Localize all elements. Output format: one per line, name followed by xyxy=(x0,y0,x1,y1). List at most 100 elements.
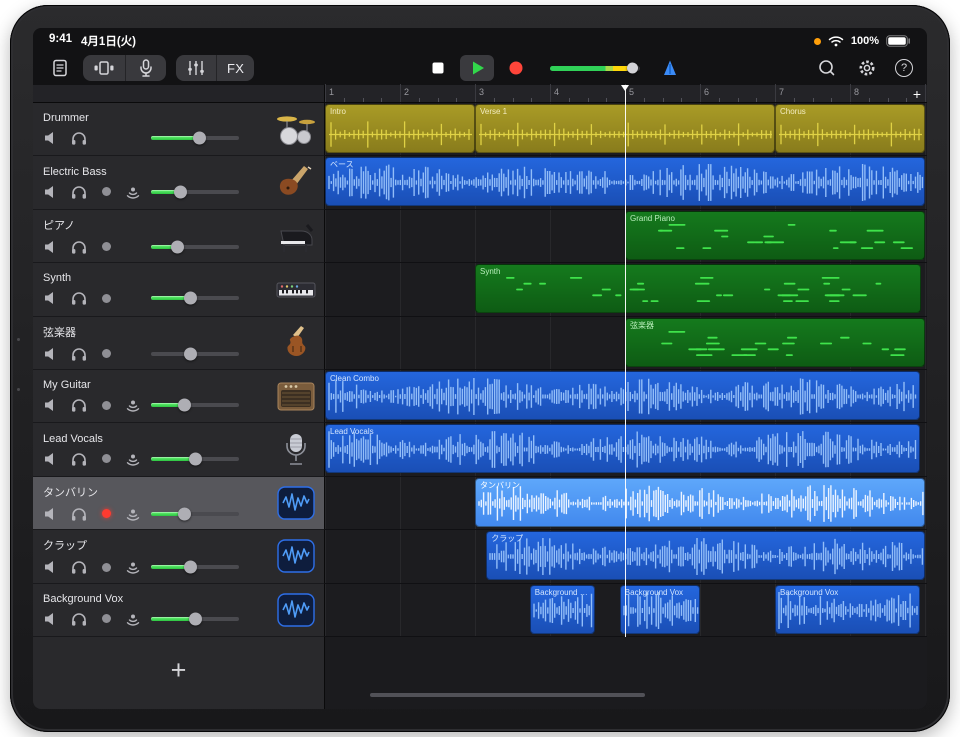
audio-recorder-button[interactable] xyxy=(126,55,166,81)
track-lane[interactable]: ベース xyxy=(325,156,927,209)
input-monitor-button[interactable] xyxy=(124,451,142,467)
help-button[interactable]: ? xyxy=(895,59,913,77)
region[interactable]: Lead Vocals xyxy=(325,424,920,473)
metronome-button[interactable] xyxy=(657,55,683,81)
instrument-icon-wave[interactable] xyxy=(274,591,318,629)
instrument-icon-amp[interactable] xyxy=(274,377,318,415)
volume-knob[interactable] xyxy=(184,561,197,574)
volume-slider[interactable] xyxy=(151,565,239,569)
playhead[interactable] xyxy=(625,85,626,637)
track-lane[interactable]: クラップ xyxy=(325,530,927,583)
record-enable-button[interactable] xyxy=(97,559,115,575)
volume-slider[interactable] xyxy=(151,296,239,300)
add-track-button[interactable]: + xyxy=(171,657,187,684)
track-header[interactable]: タンバリン xyxy=(33,477,325,530)
volume-slider[interactable] xyxy=(151,245,239,249)
volume-slider[interactable] xyxy=(151,190,239,194)
track-lane[interactable]: Clean Combo xyxy=(325,370,927,423)
instrument-icon-drums[interactable] xyxy=(274,110,318,148)
mute-button[interactable] xyxy=(43,184,61,200)
track-lane[interactable]: Lead Vocals xyxy=(325,423,927,476)
input-monitor-button[interactable] xyxy=(124,397,142,413)
volume-knob[interactable] xyxy=(178,507,191,520)
track-header[interactable]: Electric Bass xyxy=(33,156,325,209)
volume-slider[interactable] xyxy=(151,512,239,516)
solo-button[interactable] xyxy=(70,130,88,146)
volume-knob[interactable] xyxy=(189,612,202,625)
solo-button[interactable] xyxy=(70,506,88,522)
instrument-icon-synth[interactable] xyxy=(274,270,318,308)
record-enable-button[interactable] xyxy=(97,451,115,467)
track-lane[interactable]: 弦楽器 xyxy=(325,317,927,370)
mute-button[interactable] xyxy=(43,559,61,575)
region[interactable]: タンバリン xyxy=(475,478,925,527)
volume-knob[interactable] xyxy=(184,292,197,305)
solo-button[interactable] xyxy=(70,290,88,306)
record-enable-button[interactable] xyxy=(97,611,115,627)
instrument-icon-strings[interactable] xyxy=(274,324,318,362)
fx-button[interactable]: FX xyxy=(217,55,254,81)
track-lane[interactable]: Grand Piano xyxy=(325,210,927,263)
track-lane[interactable]: Synth xyxy=(325,263,927,316)
horizontal-scrollbar[interactable] xyxy=(370,693,645,697)
mute-button[interactable] xyxy=(43,506,61,522)
loop-browser-button[interactable] xyxy=(813,55,839,81)
volume-slider[interactable] xyxy=(151,352,239,356)
instrument-icon-wave[interactable] xyxy=(274,537,318,575)
mute-button[interactable] xyxy=(43,611,61,627)
track-header[interactable]: 弦楽器 xyxy=(33,317,325,370)
instrument-icon-piano[interactable] xyxy=(274,217,318,255)
input-monitor-button[interactable] xyxy=(124,184,142,200)
settings-button[interactable] xyxy=(854,55,880,81)
solo-button[interactable] xyxy=(70,451,88,467)
volume-slider[interactable] xyxy=(151,617,239,621)
region[interactable]: Background Vox xyxy=(530,585,595,634)
solo-button[interactable] xyxy=(70,346,88,362)
region[interactable]: クラップ xyxy=(486,531,925,580)
region[interactable]: 弦楽器 xyxy=(625,318,925,367)
input-monitor-button[interactable] xyxy=(124,611,142,627)
input-monitor-button[interactable] xyxy=(124,559,142,575)
volume-knob[interactable] xyxy=(184,347,197,360)
tracks-view-button[interactable] xyxy=(83,55,125,81)
mute-button[interactable] xyxy=(43,397,61,413)
region[interactable]: Clean Combo xyxy=(325,371,920,420)
solo-button[interactable] xyxy=(70,611,88,627)
mute-button[interactable] xyxy=(43,130,61,146)
track-header[interactable]: Drummer xyxy=(33,103,325,156)
region[interactable]: Background Vox xyxy=(620,585,700,634)
volume-knob[interactable] xyxy=(189,452,202,465)
mute-button[interactable] xyxy=(43,451,61,467)
track-header[interactable]: クラップ xyxy=(33,530,325,583)
track-header[interactable]: Synth xyxy=(33,263,325,316)
mute-button[interactable] xyxy=(43,239,61,255)
volume-slider[interactable] xyxy=(151,136,239,140)
volume-knob[interactable] xyxy=(174,185,187,198)
record-enable-button[interactable] xyxy=(97,397,115,413)
volume-knob[interactable] xyxy=(171,240,184,253)
instrument-icon-bass[interactable] xyxy=(274,164,318,202)
instrument-icon-mic[interactable] xyxy=(274,431,318,469)
record-enable-button[interactable] xyxy=(97,239,115,255)
song-browser-button[interactable] xyxy=(47,55,73,81)
mute-button[interactable] xyxy=(43,290,61,306)
track-header[interactable]: ピアノ xyxy=(33,210,325,263)
solo-button[interactable] xyxy=(70,559,88,575)
track-header[interactable]: My Guitar xyxy=(33,370,325,423)
solo-button[interactable] xyxy=(70,397,88,413)
track-lane[interactable]: IntroVerse 1Chorus xyxy=(325,103,927,156)
region[interactable]: Grand Piano xyxy=(625,211,925,260)
record-button[interactable] xyxy=(499,55,533,81)
volume-slider[interactable] xyxy=(151,403,239,407)
region[interactable]: Background Vox xyxy=(775,585,920,634)
stop-button[interactable] xyxy=(421,55,455,81)
track-header[interactable]: Lead Vocals xyxy=(33,423,325,476)
play-button[interactable] xyxy=(460,55,494,81)
track-lane[interactable]: タンバリン xyxy=(325,477,927,530)
track-header[interactable]: Background Vox xyxy=(33,584,325,637)
input-monitor-button[interactable] xyxy=(124,506,142,522)
volume-knob[interactable] xyxy=(178,399,191,412)
master-volume-slider[interactable] xyxy=(550,66,640,71)
master-volume-knob[interactable] xyxy=(627,63,638,74)
volume-knob[interactable] xyxy=(193,132,206,145)
